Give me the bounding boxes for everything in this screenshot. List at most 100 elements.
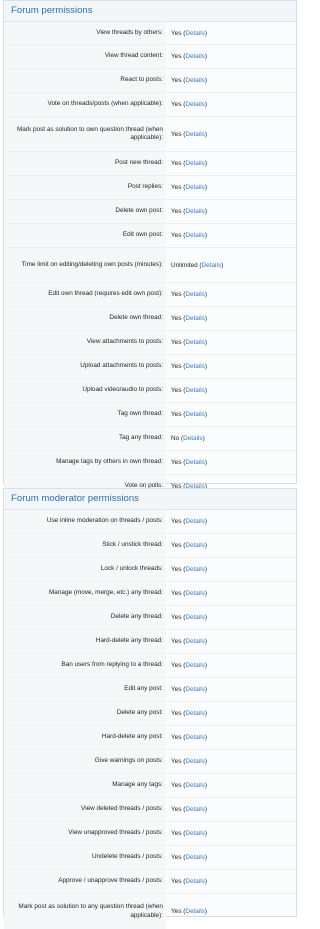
- paren-close: ): [204, 878, 208, 885]
- permission-label: Post new thread:: [115, 159, 163, 167]
- paren-close: ): [204, 854, 208, 861]
- permission-value: Yes: [171, 758, 182, 765]
- permission-row: View threads by others: Yes (Details): [4, 22, 296, 45]
- forum-moderator-permissions-list: Use inline moderation on threads / posts…: [4, 510, 296, 929]
- details-link[interactable]: Details: [185, 878, 205, 885]
- permission-label-cell: Edit own post:: [4, 224, 166, 247]
- details-link[interactable]: Details: [185, 232, 205, 239]
- permission-value-cell: Yes (Details): [166, 782, 207, 789]
- permission-value-cell: Yes (Details): [166, 291, 207, 298]
- permission-label: View attachments to posts:: [86, 338, 163, 346]
- permission-label: Edit any post:: [124, 685, 163, 693]
- paren-close: ): [204, 77, 208, 84]
- details-link[interactable]: Details: [185, 638, 205, 645]
- paren-close: ): [204, 53, 208, 60]
- paren-close: ): [202, 435, 205, 442]
- details-link[interactable]: Details: [185, 662, 205, 669]
- details-link[interactable]: Details: [185, 734, 205, 741]
- paren-close: ): [204, 130, 208, 138]
- permission-row: Manage any tags: Yes (Details): [4, 774, 296, 798]
- permission-value: Yes: [171, 590, 182, 597]
- permission-value: Yes: [171, 542, 182, 549]
- permission-label: Manage (move, merge, etc.) any thread:: [48, 589, 163, 597]
- permission-label: Approve / unapprove threads / posts:: [58, 877, 163, 885]
- permission-label-cell: View attachments to posts:: [4, 331, 166, 354]
- permission-value-cell: Yes (Details): [166, 542, 207, 549]
- permission-label-cell: Time limit on editing/deleting own posts…: [4, 248, 166, 282]
- details-link[interactable]: Details: [185, 291, 205, 298]
- permission-label: Mark post as solution to own question th…: [16, 125, 163, 141]
- permission-row: Delete own thread: Yes (Details): [4, 307, 296, 331]
- permission-label-cell: Upload video/audio to posts:: [4, 379, 166, 402]
- permission-label-cell: React to posts:: [4, 69, 166, 92]
- paren-close: ): [204, 686, 208, 693]
- details-link[interactable]: Details: [185, 782, 205, 789]
- permission-value: Yes: [171, 53, 182, 60]
- details-link[interactable]: Details: [185, 590, 205, 597]
- details-link[interactable]: Details: [185, 101, 205, 108]
- permission-row: Time limit on editing/deleting own posts…: [4, 248, 296, 283]
- details-link[interactable]: Details: [185, 411, 205, 418]
- permission-label-cell: Post new thread:: [4, 152, 166, 175]
- details-link[interactable]: Details: [185, 208, 205, 215]
- details-link[interactable]: Details: [185, 710, 205, 717]
- details-link[interactable]: Details: [202, 262, 222, 269]
- permission-value-cell: Yes (Details): [166, 30, 207, 37]
- details-link[interactable]: Details: [185, 387, 205, 394]
- permission-value: Yes: [171, 908, 182, 915]
- permission-row: Stick / unstick thread: Yes (Details): [4, 534, 296, 558]
- permission-label-cell: Manage (move, merge, etc.) any thread:: [4, 582, 166, 605]
- paren-close: ): [204, 291, 208, 298]
- permission-value-cell: No (Details): [166, 435, 205, 442]
- permission-value-cell: Yes (Details): [166, 590, 207, 597]
- permission-row: Mark post as solution to own question th…: [4, 117, 296, 152]
- details-link[interactable]: Details: [185, 30, 205, 37]
- details-link[interactable]: Details: [185, 854, 205, 861]
- permission-label-cell: View thread content:: [4, 45, 166, 68]
- details-link[interactable]: Details: [185, 542, 205, 549]
- permission-label-cell: Mark post as solution to own question th…: [4, 117, 166, 151]
- details-link[interactable]: Details: [185, 315, 205, 322]
- details-link[interactable]: Details: [185, 53, 205, 60]
- permission-label-cell: Delete own thread:: [4, 307, 166, 330]
- permission-value-cell: Yes (Details): [166, 411, 207, 418]
- paren-close: ): [204, 614, 208, 621]
- permission-value-cell: Yes (Details): [166, 566, 207, 573]
- permission-value-cell: Yes (Details): [166, 638, 207, 645]
- permission-value: Yes: [171, 518, 182, 525]
- permission-value-cell: Yes (Details): [166, 686, 207, 693]
- details-link[interactable]: Details: [185, 830, 205, 837]
- details-link[interactable]: Details: [183, 435, 203, 442]
- permission-value: Yes: [171, 363, 182, 370]
- permission-value: Yes: [171, 854, 182, 861]
- permission-value-cell: Yes (Details): [166, 53, 207, 60]
- details-link[interactable]: Details: [185, 339, 205, 346]
- permission-label-cell: Undelete threads / posts:: [4, 846, 166, 869]
- permission-row: Tag own thread: Yes (Details): [4, 403, 296, 427]
- details-link[interactable]: Details: [185, 908, 205, 915]
- details-link[interactable]: Details: [185, 77, 205, 84]
- permission-value: Yes: [171, 662, 182, 669]
- details-link[interactable]: Details: [185, 518, 205, 525]
- details-link[interactable]: Details: [185, 758, 205, 765]
- details-link[interactable]: Details: [185, 806, 205, 813]
- forum-permissions-list: View threads by others: Yes (Details) View…: [4, 22, 296, 498]
- permission-label-cell: Tag own thread:: [4, 403, 166, 426]
- permission-value: Yes: [171, 686, 182, 693]
- permission-row: Use inline moderation on threads / posts…: [4, 510, 296, 534]
- permission-value: Yes: [171, 459, 182, 466]
- details-link[interactable]: Details: [185, 566, 205, 573]
- details-link[interactable]: Details: [185, 363, 205, 370]
- details-link[interactable]: Details: [185, 686, 205, 693]
- details-link[interactable]: Details: [185, 131, 205, 138]
- permission-row: Mark post as solution to any question th…: [4, 894, 296, 929]
- paren-close: ): [204, 339, 208, 346]
- permission-value: Yes: [171, 29, 182, 37]
- permission-value: Yes: [171, 638, 182, 645]
- permission-value: Yes: [171, 387, 182, 394]
- permission-value-cell: Yes (Details): [166, 614, 207, 621]
- details-link[interactable]: Details: [185, 160, 205, 167]
- details-link[interactable]: Details: [185, 184, 205, 191]
- details-link[interactable]: Details: [185, 614, 205, 621]
- details-link[interactable]: Details: [185, 459, 205, 466]
